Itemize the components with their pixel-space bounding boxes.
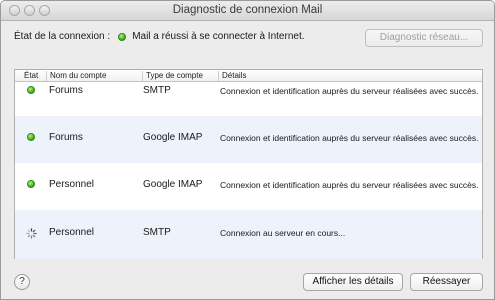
status-ok-icon — [27, 86, 35, 94]
account-details: Connexion et identification auprès du se… — [220, 133, 479, 143]
connection-doctor-window: Diagnostic de connexion Mail État de la … — [0, 0, 495, 300]
table-row[interactable]: Personnel Google IMAP Connexion et ident… — [15, 163, 482, 210]
loading-spinner-icon — [26, 228, 37, 239]
account-details: Connexion au serveur en cours... — [220, 228, 346, 238]
title-bar: Diagnostic de connexion Mail — [1, 1, 494, 21]
account-type: SMTP — [143, 85, 171, 96]
status-message: Mail a réussi à se connecter à Internet. — [132, 31, 305, 42]
retry-button[interactable]: Réessayer — [410, 273, 483, 291]
column-header-account-name[interactable]: Nom du compte — [46, 71, 142, 81]
table-header: État Nom du compte Type de compte Détail… — [15, 70, 482, 82]
status-label: État de la connexion : — [14, 31, 111, 42]
account-name: Forums — [49, 132, 83, 143]
status-ok-icon — [27, 180, 35, 188]
account-name: Personnel — [49, 227, 95, 238]
column-header-details[interactable]: Détails — [218, 71, 482, 81]
account-type: Google IMAP — [143, 179, 203, 190]
help-button[interactable]: ? — [14, 274, 30, 290]
table-row[interactable]: Personnel SMTP Connexion au serveur en c… — [15, 210, 482, 259]
table-row[interactable]: Forums SMTP Connexion et identification … — [15, 83, 482, 116]
column-header-state[interactable]: État — [15, 71, 46, 81]
status-ok-icon — [118, 32, 127, 41]
window-title: Diagnostic de connexion Mail — [172, 4, 323, 16]
connection-status: État de la connexion : Mail a réussi à s… — [14, 31, 305, 42]
network-diagnostics-button[interactable]: Diagnostic réseau... — [365, 29, 483, 47]
status-ok-icon — [27, 133, 35, 141]
account-type: SMTP — [143, 227, 171, 238]
accounts-table: État Nom du compte Type de compte Détail… — [14, 69, 483, 259]
show-details-button[interactable]: Afficher les détails — [303, 273, 403, 291]
account-name: Personnel — [49, 179, 95, 190]
account-details: Connexion et identification auprès du se… — [220, 86, 479, 96]
account-details: Connexion et identification auprès du se… — [220, 180, 479, 190]
account-type: Google IMAP — [143, 132, 203, 143]
table-row[interactable]: Forums Google IMAP Connexion et identifi… — [15, 116, 482, 163]
column-header-account-type[interactable]: Type de compte — [142, 71, 218, 81]
account-name: Forums — [49, 85, 83, 96]
